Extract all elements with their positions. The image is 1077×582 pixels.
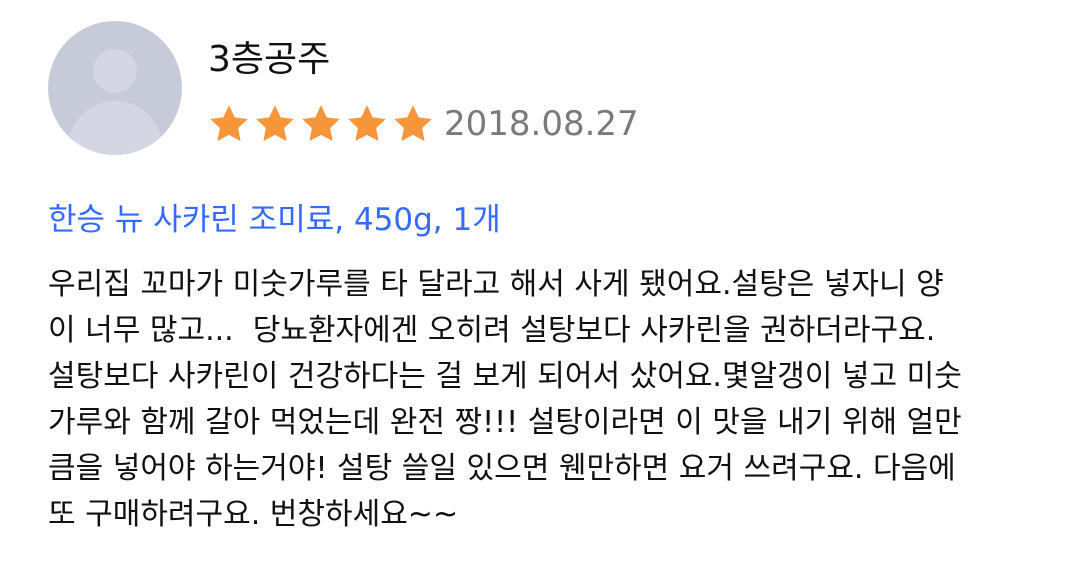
review-text-line: 이 너무 많고... 당뇨환자에겐 오히려 설탕보다 사카린을 권하더라구요. [48,313,936,348]
review-text-line: 설탕보다 사카린이 건강하다는 걸 보게 되어서 샀어요.몇알갱이 넣고 미숫 [48,359,962,394]
rating-row: 2018.08.27 [206,101,639,147]
star-icon [390,102,436,146]
star-icon [206,102,252,146]
review-text-line: 또 구매하려구요. 번창하세요~~ [48,497,459,532]
star-icon [344,102,390,146]
star-icon [252,102,298,146]
star-rating [206,102,436,146]
review-content: 우리집 꼬마가 미숫가루를 타 달라고 해서 사게 됐어요.설탕은 넣자니 양 … [48,262,1068,538]
avatar-head-shape [93,49,137,93]
reviewer-name: 3층공주 [208,39,331,80]
product-option-link[interactable]: 한승 뉴 사카린 조미료, 450g, 1개 [48,198,501,242]
review-text-line: 가루와 함께 갈아 먹었는데 완전 짱!!! 설탕이라면 이 맛을 내기 위해 … [48,405,962,440]
review-text-line: 큼을 넣어야 하는거야! 설탕 쓸일 있으면 웬만하면 요거 쓰려구요. 다음에 [48,451,956,486]
avatar [48,21,182,155]
review-card: 3층공주 2018.08.27 한승 뉴 사카린 조미료, 450g, 1개 우… [0,0,1077,582]
review-date: 2018.08.27 [444,104,639,144]
star-icon [298,102,344,146]
review-text-line: 우리집 꼬마가 미숫가루를 타 달라고 해서 사게 됐어요.설탕은 넣자니 양 [48,267,944,302]
avatar-body-shape [68,101,162,155]
